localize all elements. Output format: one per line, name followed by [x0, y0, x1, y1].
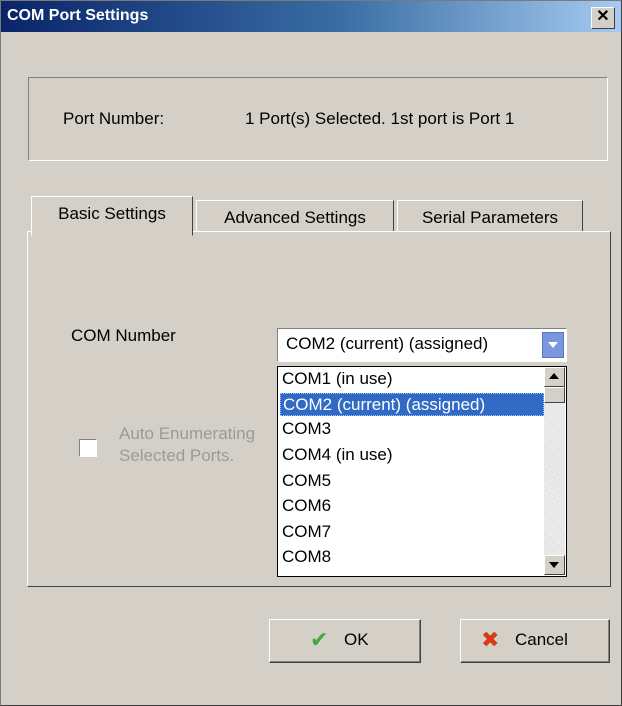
list-item[interactable]: COM6 — [282, 495, 331, 516]
check-icon: ✔ — [310, 627, 329, 652]
com-number-dropdown-list[interactable]: COM1 (in use) COM2 (current) (assigned) … — [277, 366, 567, 577]
tab-label: Advanced Settings — [224, 208, 366, 227]
auto-enumerating-label: Auto Enumerating Selected Ports. — [119, 424, 256, 465]
cancel-label: Cancel — [515, 630, 568, 649]
scrollbar-thumb[interactable] — [544, 387, 565, 403]
list-item[interactable]: COM7 — [282, 521, 331, 542]
close-icon: ✕ — [596, 8, 610, 25]
scroll-up-icon[interactable] — [544, 367, 565, 387]
ok-button[interactable]: ✔ OK — [269, 619, 421, 663]
port-number-value: 1 Port(s) Selected. 1st port is Port 1 — [245, 109, 515, 128]
port-number-label: Port Number: — [63, 109, 165, 128]
list-item[interactable]: COM8 — [282, 546, 331, 567]
list-item[interactable]: COM3 — [282, 418, 331, 439]
list-item-selected[interactable]: COM2 (current) (assigned) — [280, 393, 544, 416]
title-bar[interactable]: COM Port Settings ✕ — [1, 1, 621, 32]
com-number-label: COM Number — [71, 326, 176, 345]
list-item[interactable]: COM4 (in use) — [282, 444, 393, 465]
port-number-group: Port Number: 1 Port(s) Selected. 1st por… — [28, 77, 608, 161]
com-number-value: COM2 (current) (assigned) — [286, 334, 489, 353]
window-title: COM Port Settings — [7, 7, 149, 24]
close-button[interactable]: ✕ — [591, 7, 615, 29]
list-item[interactable]: COM1 (in use) — [282, 368, 393, 389]
list-item[interactable]: COM5 — [282, 470, 331, 491]
tab-label: Serial Parameters — [421, 208, 559, 227]
scroll-down-icon[interactable] — [544, 555, 565, 575]
chevron-down-icon[interactable] — [542, 332, 564, 358]
ok-label: OK — [344, 630, 369, 649]
tab-basic-settings[interactable]: Basic Settings — [31, 196, 193, 236]
tab-label: Basic Settings — [58, 204, 166, 223]
auto-enumerating-checkbox[interactable] — [79, 439, 97, 457]
x-icon: ✖ — [481, 627, 500, 652]
cancel-button[interactable]: ✖ Cancel — [460, 619, 610, 663]
dropdown-scrollbar[interactable] — [544, 367, 565, 575]
com-port-settings-dialog: COM Port Settings ✕ Port Number: 1 Port(… — [0, 0, 622, 706]
com-number-select[interactable]: COM2 (current) (assigned) — [277, 328, 567, 362]
